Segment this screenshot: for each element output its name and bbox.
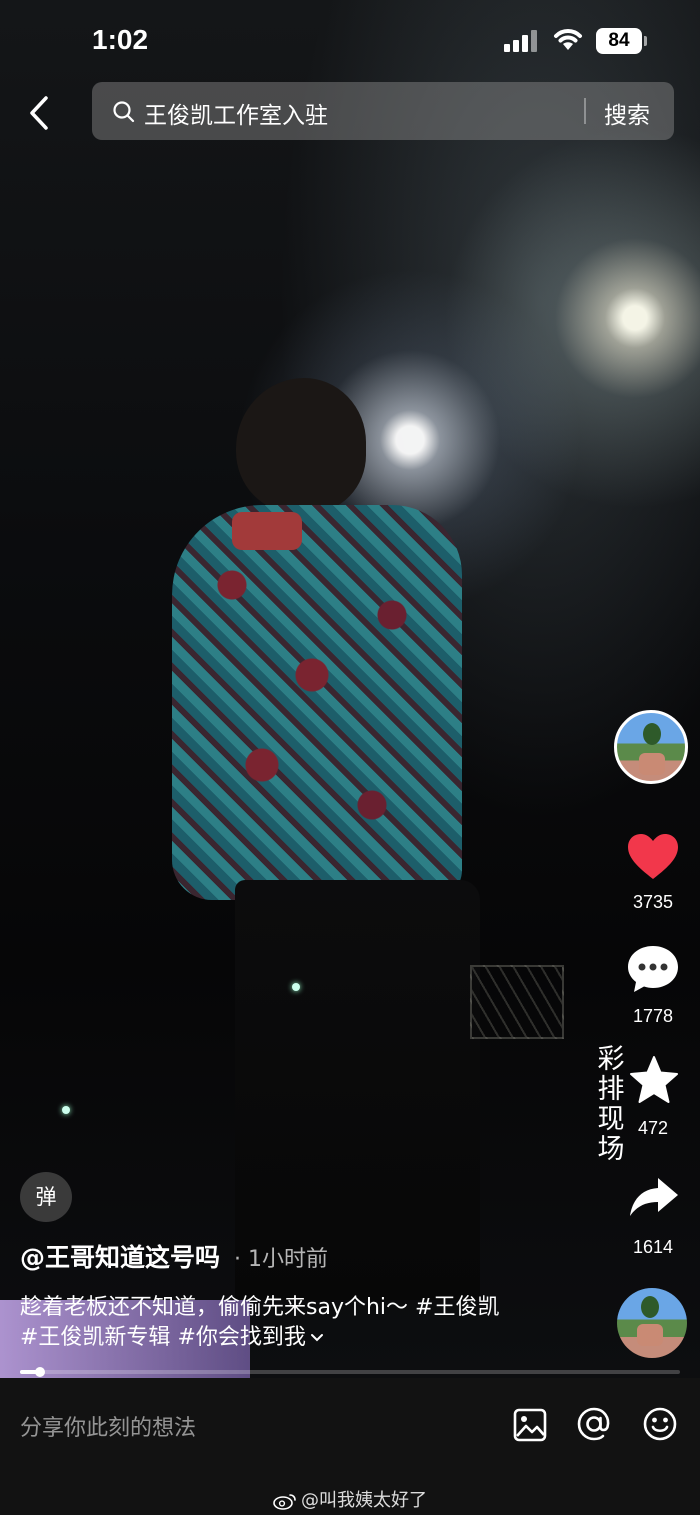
wifi-icon <box>554 29 582 50</box>
favorite-count: 472 <box>637 1118 669 1138</box>
progress-knob[interactable] <box>34 1367 45 1377</box>
search-divider <box>584 98 586 124</box>
music-disc[interactable] <box>617 1288 687 1358</box>
comment-bar: 分享你此刻的想法 @叫我姨太好了 <box>0 1378 700 1515</box>
author-name[interactable]: @王哥知道这号吗 <box>20 1243 220 1272</box>
comment-input[interactable]: 分享你此刻的想法 <box>20 1410 196 1442</box>
video-player[interactable] <box>0 0 700 1378</box>
back-button[interactable] <box>20 92 60 134</box>
stage-light <box>292 983 300 991</box>
comment-icon[interactable] <box>626 944 680 994</box>
video-overlay-text: 彩排现场 <box>597 1044 625 1165</box>
watermark-text: @叫我姨太好了 <box>301 1490 427 1511</box>
performer-collar <box>232 512 302 550</box>
image-icon[interactable] <box>513 1408 547 1442</box>
at-icon[interactable] <box>576 1406 612 1442</box>
share-icon[interactable] <box>628 1176 680 1218</box>
watermark: @叫我姨太好了 <box>0 1486 700 1512</box>
post-caption[interactable]: 趁着老板还不知道，偷偷先来say个hi～ #王俊凯 #王俊凯新专辑 #你会找到我 <box>20 1293 580 1353</box>
search-icon <box>113 101 135 123</box>
status-bar: 1:02 84 <box>0 0 700 80</box>
share-count: 1614 <box>632 1237 674 1257</box>
comment-count: 1778 <box>632 1006 674 1026</box>
performer-legs <box>235 880 480 1300</box>
post-time: · 1小时前 <box>233 1247 328 1272</box>
search-bar[interactable]: 王俊凯工作室入驻 搜索 <box>92 82 674 140</box>
stage-light <box>62 1106 70 1114</box>
performer-jacket <box>172 505 462 900</box>
emoji-icon[interactable] <box>642 1406 678 1442</box>
danmu-button[interactable]: 弹 <box>20 1172 72 1222</box>
like-count: 3735 <box>632 892 674 912</box>
search-query[interactable]: 王俊凯工作室入驻 <box>144 96 328 130</box>
hashtag[interactable]: #王俊凯 <box>415 1295 499 1320</box>
star-icon[interactable] <box>628 1055 680 1105</box>
performer-head <box>236 378 366 513</box>
stage-truss <box>470 965 564 1039</box>
status-time: 1:02 <box>92 24 149 55</box>
author-avatar[interactable] <box>614 710 688 784</box>
heart-icon[interactable] <box>626 832 680 882</box>
search-button[interactable]: 搜索 <box>604 96 650 130</box>
hashtag[interactable]: #王俊凯新专辑 <box>20 1325 170 1350</box>
author-line: @王哥知道这号吗 · 1小时前 <box>20 1238 328 1274</box>
signal-icon <box>504 30 538 52</box>
caption-text: 趁着老板还不知道，偷偷先来say个hi～ <box>20 1295 416 1320</box>
chevron-down-icon[interactable] <box>310 1333 324 1343</box>
hashtag[interactable]: #你会找到我 <box>177 1325 305 1350</box>
battery-tip <box>644 36 647 46</box>
progress-bar[interactable] <box>20 1367 680 1377</box>
weibo-icon <box>273 1494 296 1510</box>
battery-icon: 84 <box>596 28 642 54</box>
